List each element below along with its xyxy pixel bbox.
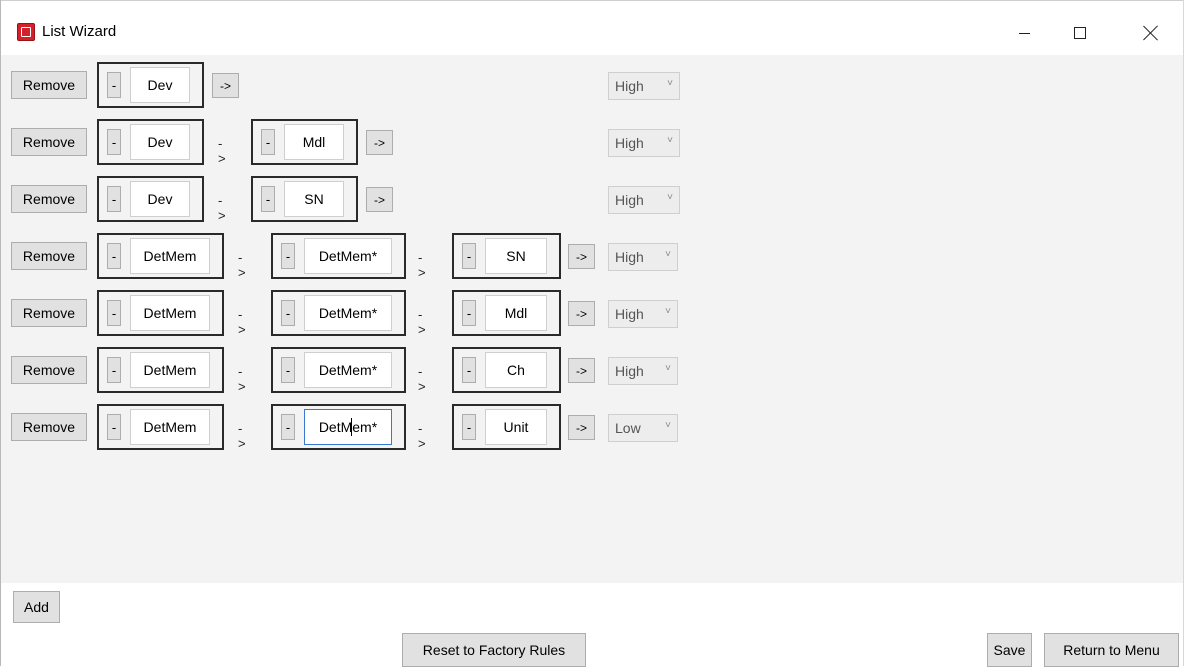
priority-value: High — [615, 306, 644, 322]
step-arrow-label: -> — [418, 307, 426, 337]
maximize-button[interactable] — [1057, 11, 1103, 55]
chevron-down-icon: ˅ — [665, 249, 671, 260]
step-field[interactable]: DetMem* — [304, 238, 392, 274]
close-button[interactable] — [1128, 11, 1174, 55]
chevron-down-icon: ˅ — [667, 78, 673, 89]
step-arrow-label: -> — [418, 364, 426, 394]
step-field[interactable]: Dev — [130, 124, 190, 160]
step-arrow-label: -> — [418, 421, 426, 451]
priority-value: High — [615, 135, 644, 151]
remove-rule-button[interactable]: Remove — [11, 413, 87, 441]
remove-step-button[interactable]: - — [462, 414, 476, 440]
add-step-button[interactable]: -> — [568, 358, 595, 383]
window-title: List Wizard — [42, 23, 117, 40]
step-field[interactable]: SN — [485, 238, 547, 274]
reset-factory-rules-button[interactable]: Reset to Factory Rules — [402, 633, 586, 667]
app-logo-icon — [17, 23, 35, 41]
remove-step-button[interactable]: - — [281, 357, 295, 383]
priority-select[interactable]: High ˅ — [608, 129, 680, 157]
chevron-down-icon: ˅ — [665, 306, 671, 317]
minimize-icon — [1018, 32, 1030, 34]
remove-step-button[interactable]: - — [462, 357, 476, 383]
save-button[interactable]: Save — [987, 633, 1032, 667]
priority-value: High — [615, 78, 644, 94]
step-arrow-label: -> — [238, 421, 246, 451]
remove-rule-button[interactable]: Remove — [11, 128, 87, 156]
remove-rule-button[interactable]: Remove — [11, 299, 87, 327]
priority-value: High — [615, 249, 644, 265]
step-arrow-label: -> — [418, 250, 426, 280]
step-field[interactable]: DetMem — [130, 238, 210, 274]
step-field[interactable]: DetMem — [130, 352, 210, 388]
step-field[interactable]: DetMem* — [304, 352, 392, 388]
step-field[interactable]: Mdl — [284, 124, 344, 160]
remove-rule-button[interactable]: Remove — [11, 356, 87, 384]
step-field[interactable]: DetMem — [130, 295, 210, 331]
chevron-down-icon: ˅ — [667, 135, 673, 146]
remove-step-button[interactable]: - — [281, 414, 295, 440]
return-to-menu-button[interactable]: Return to Menu — [1044, 633, 1179, 667]
remove-step-button[interactable]: - — [107, 186, 121, 212]
priority-select[interactable]: High ˅ — [608, 357, 678, 385]
step-arrow-label: -> — [238, 307, 246, 337]
priority-value: Low — [615, 420, 641, 436]
priority-value: High — [615, 363, 644, 379]
step-field[interactable]: Unit — [485, 409, 547, 445]
remove-step-button[interactable]: - — [107, 129, 121, 155]
remove-step-button[interactable]: - — [107, 300, 121, 326]
step-arrow-label: -> — [238, 364, 246, 394]
remove-step-button[interactable]: - — [281, 300, 295, 326]
remove-step-button[interactable]: - — [281, 243, 295, 269]
remove-step-button[interactable]: - — [462, 300, 476, 326]
title-bar[interactable]: List Wizard — [1, 1, 1183, 55]
text-cursor — [351, 418, 352, 436]
chevron-down-icon: ˅ — [665, 363, 671, 374]
remove-step-button[interactable]: - — [107, 243, 121, 269]
step-field[interactable]: DetMem — [130, 409, 210, 445]
add-step-button[interactable]: -> — [212, 73, 239, 98]
remove-step-button[interactable]: - — [261, 186, 275, 212]
remove-step-button[interactable]: - — [261, 129, 275, 155]
add-step-button[interactable]: -> — [568, 244, 595, 269]
chevron-down-icon: ˅ — [665, 420, 671, 431]
add-step-button[interactable]: -> — [366, 130, 393, 155]
remove-step-button[interactable]: - — [107, 72, 121, 98]
remove-rule-button[interactable]: Remove — [11, 71, 87, 99]
step-field[interactable]: DetMem* — [304, 409, 392, 445]
priority-select[interactable]: High ˅ — [608, 72, 680, 100]
remove-step-button[interactable]: - — [107, 414, 121, 440]
step-field[interactable]: SN — [284, 181, 344, 217]
add-step-button[interactable]: -> — [568, 301, 595, 326]
rules-panel: Remove - Dev -> High ˅ Remove - Dev -> - Mdl -> High ˅… — [1, 55, 1183, 583]
priority-select[interactable]: High ˅ — [608, 300, 678, 328]
step-field[interactable]: DetMem* — [304, 295, 392, 331]
priority-select[interactable]: High ˅ — [608, 243, 678, 271]
minimize-button[interactable] — [1001, 11, 1047, 55]
step-arrow-label: -> — [218, 193, 226, 223]
remove-step-button[interactable]: - — [107, 357, 121, 383]
priority-select[interactable]: Low ˅ — [608, 414, 678, 442]
add-step-button[interactable]: -> — [366, 187, 393, 212]
step-field[interactable]: Dev — [130, 67, 190, 103]
chevron-down-icon: ˅ — [667, 192, 673, 203]
maximize-icon — [1074, 27, 1086, 39]
close-icon — [1143, 25, 1159, 41]
remove-step-button[interactable]: - — [462, 243, 476, 269]
priority-value: High — [615, 192, 644, 208]
priority-select[interactable]: High ˅ — [608, 186, 680, 214]
step-field[interactable]: Dev — [130, 181, 190, 217]
step-field[interactable]: Ch — [485, 352, 547, 388]
step-field[interactable]: Mdl — [485, 295, 547, 331]
step-arrow-label: -> — [218, 136, 226, 166]
remove-rule-button[interactable]: Remove — [11, 242, 87, 270]
add-step-button[interactable]: -> — [568, 415, 595, 440]
remove-rule-button[interactable]: Remove — [11, 185, 87, 213]
step-arrow-label: -> — [238, 250, 246, 280]
add-button[interactable]: Add — [13, 591, 60, 623]
